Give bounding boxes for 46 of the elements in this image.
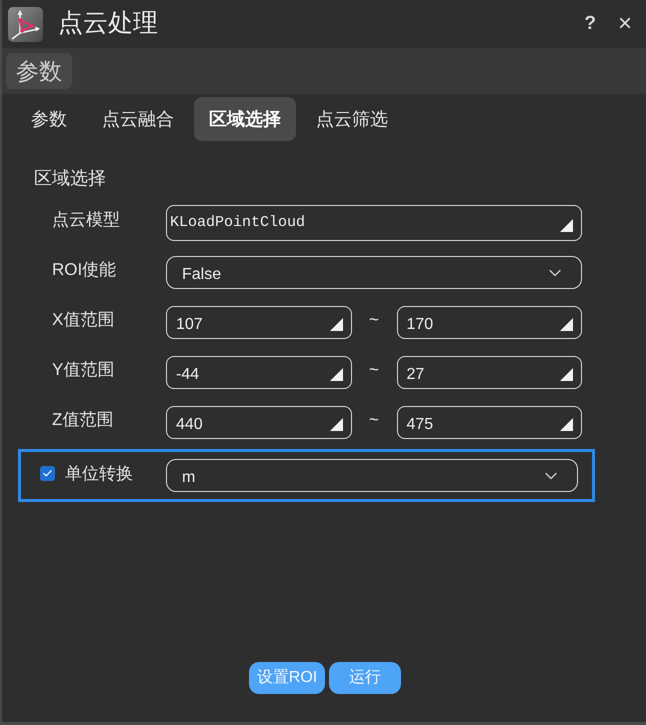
- dropdown-value: m: [182, 468, 196, 488]
- help-button[interactable]: ?: [580, 10, 600, 38]
- app-logo-icon: [8, 6, 43, 42]
- corner-triangle-icon: [560, 368, 573, 381]
- section-title: 区域选择: [34, 168, 106, 188]
- number-field[interactable]: -44: [166, 356, 352, 389]
- panel-button[interactable]: 参数: [6, 53, 72, 89]
- corner-triangle-icon: [560, 318, 573, 331]
- window-title: 点云处理: [58, 8, 158, 40]
- check-icon: [42, 468, 53, 479]
- tab[interactable]: 点云筛选: [301, 97, 403, 141]
- dropdown[interactable]: m: [166, 459, 578, 492]
- close-button[interactable]: ×: [614, 6, 636, 42]
- corner-triangle-icon: [330, 418, 342, 431]
- number-field[interactable]: 27: [396, 356, 582, 389]
- range-separator: ~: [369, 308, 379, 331]
- field-label: 点云模型: [52, 210, 120, 229]
- field-value: 170: [406, 315, 434, 335]
- field-value: 475: [406, 415, 434, 435]
- field-value: 27: [406, 365, 424, 385]
- field-label: Z值范围: [52, 410, 114, 428]
- range-separator: ~: [369, 408, 379, 431]
- number-field[interactable]: 107: [166, 306, 352, 339]
- field-value: 440: [176, 415, 203, 435]
- field-label: Y值范围: [52, 360, 114, 378]
- field-label: ROI使能: [52, 260, 116, 278]
- field-value: -44: [176, 365, 200, 385]
- field-value: KLoadPointCloud: [170, 212, 306, 233]
- dropdown[interactable]: False: [166, 256, 582, 289]
- tab[interactable]: 区域选择: [194, 97, 296, 141]
- corner-triangle-icon: [560, 418, 573, 431]
- number-field[interactable]: 170: [396, 306, 582, 339]
- dropdown-value: False: [182, 265, 222, 285]
- number-field[interactable]: 475: [396, 406, 582, 439]
- checkbox[interactable]: [40, 466, 55, 481]
- tab[interactable]: 点云融合: [87, 97, 189, 141]
- corner-triangle-icon: [330, 368, 342, 381]
- tab[interactable]: 参数: [16, 97, 82, 141]
- field-label: X值范围: [52, 310, 114, 328]
- field-value: 107: [176, 315, 203, 335]
- field-label: 单位转换: [65, 462, 133, 485]
- combo-field[interactable]: KLoadPointCloud: [166, 205, 582, 241]
- range-separator: ~: [369, 358, 379, 381]
- corner-triangle-icon: [330, 318, 342, 331]
- number-field[interactable]: 440: [166, 406, 352, 439]
- corner-triangle-icon: [560, 218, 573, 232]
